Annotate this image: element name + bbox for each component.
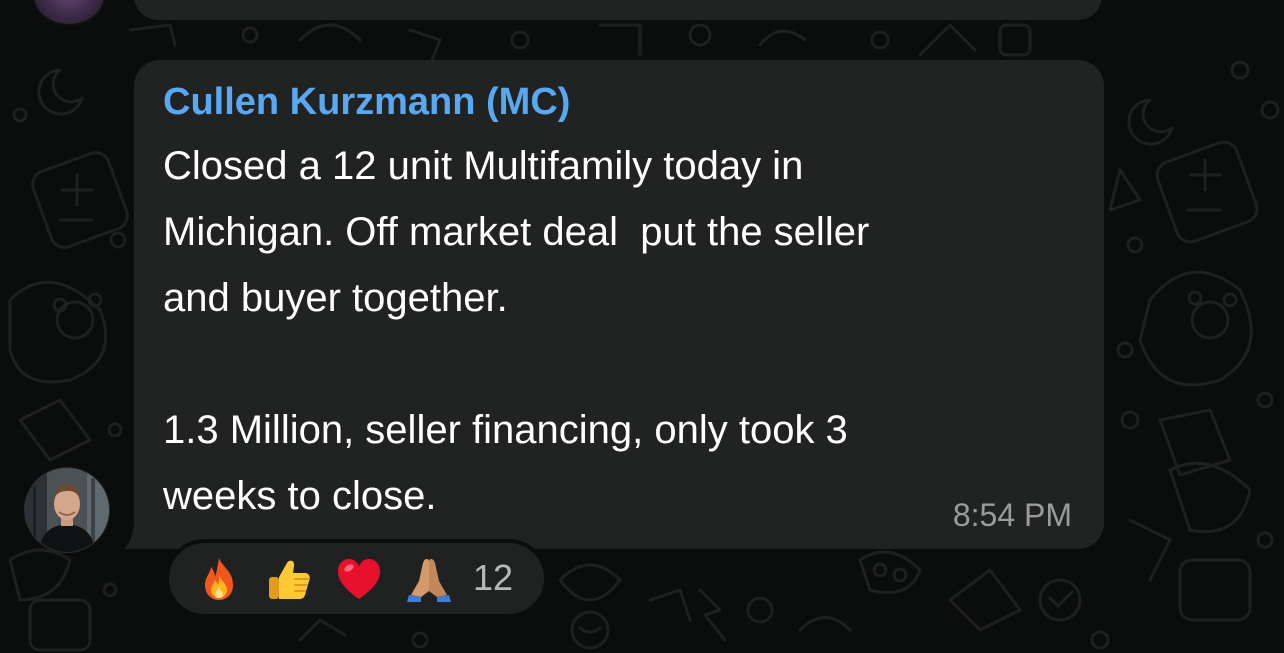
fire-emoji-reaction[interactable] bbox=[195, 555, 243, 603]
sender-name[interactable]: Cullen Kurzmann (MC) bbox=[163, 79, 570, 125]
message-timestamp: 8:54 PM bbox=[952, 497, 1072, 533]
red-heart-emoji-icon bbox=[338, 558, 380, 599]
message-text: Closed a 12 unit Multifamily today in Mi… bbox=[163, 144, 870, 518]
folded-hands-emoji-icon bbox=[407, 558, 451, 602]
message-bubble-tail bbox=[124, 516, 160, 549]
reaction-count: 12 bbox=[473, 556, 514, 598]
folded-hands-emoji-reaction[interactable] bbox=[405, 555, 453, 603]
sender-avatar[interactable] bbox=[24, 467, 110, 553]
fire-emoji-icon bbox=[205, 557, 233, 600]
red-heart-emoji-reaction[interactable] bbox=[335, 555, 383, 603]
thumbs-up-emoji-reaction[interactable] bbox=[265, 555, 313, 603]
previous-message-bubble[interactable] bbox=[134, 0, 1102, 20]
thumbs-up-emoji-icon bbox=[269, 560, 310, 599]
reactions-bar[interactable]: 12 bbox=[165, 539, 548, 618]
